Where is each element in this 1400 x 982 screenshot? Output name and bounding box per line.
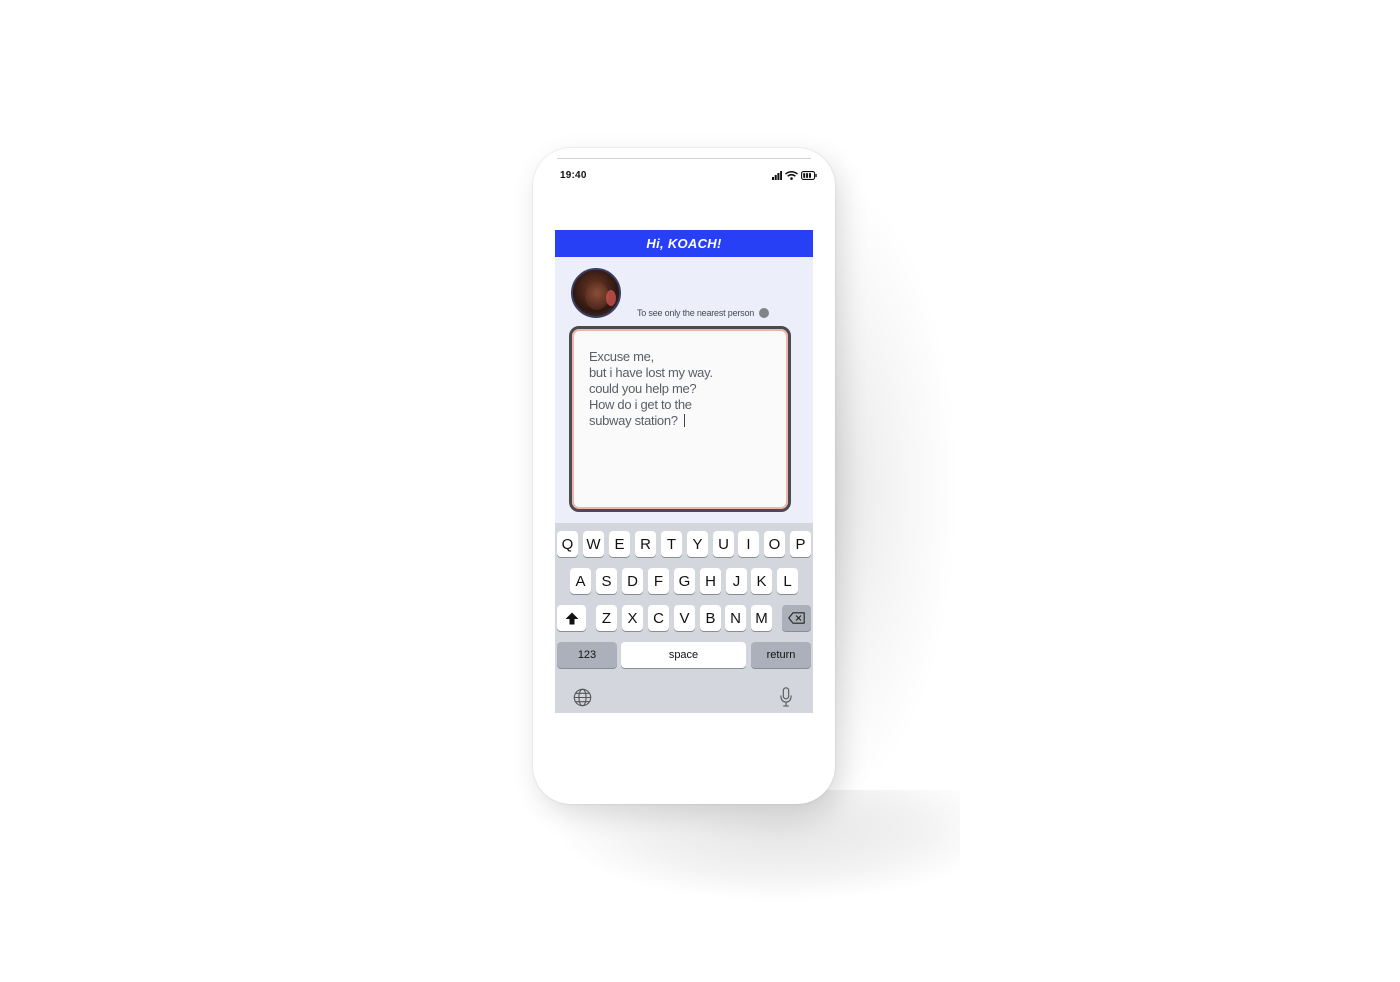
key-z[interactable]: Z <box>596 605 617 631</box>
avatar-detail <box>606 290 616 306</box>
key-b[interactable]: B <box>700 605 721 631</box>
key-c[interactable]: C <box>648 605 669 631</box>
phone-mockup: 19:40 Hi, KOACH! To see only the nearest… <box>533 148 835 804</box>
key-o[interactable]: O <box>764 531 785 557</box>
app-title: Hi, KOACH! <box>646 236 722 251</box>
shift-key[interactable] <box>557 605 586 631</box>
key-s[interactable]: S <box>596 568 617 594</box>
nearest-person-filter[interactable]: To see only the nearest person <box>637 308 770 318</box>
key-p[interactable]: P <box>790 531 811 557</box>
phone-side-shadow <box>820 170 960 810</box>
status-bar: 19:40 <box>560 168 817 182</box>
status-time: 19:40 <box>560 169 587 181</box>
space-key[interactable]: space <box>621 642 746 668</box>
key-n[interactable]: N <box>725 605 746 631</box>
avatar[interactable] <box>571 268 621 318</box>
app-screen: Hi, KOACH! To see only the nearest perso… <box>555 230 813 713</box>
return-key[interactable]: return <box>751 642 811 668</box>
numbers-key[interactable]: 123 <box>557 642 617 668</box>
phone-floor-shadow <box>560 790 960 900</box>
message-line: Excuse me, <box>589 349 654 364</box>
message-line: How do i get to the <box>589 397 692 412</box>
key-i[interactable]: I <box>738 531 759 557</box>
keyboard-row-2: A S D F G H J K L <box>555 568 813 594</box>
message-input[interactable]: Excuse me, but i have lost my way. could… <box>569 326 791 512</box>
numbers-key-label: 123 <box>577 649 597 661</box>
text-cursor <box>683 414 686 427</box>
shift-icon <box>565 612 578 624</box>
nearest-person-toggle[interactable] <box>759 308 770 318</box>
message-line: could you help me? <box>589 381 697 396</box>
key-e[interactable]: E <box>609 531 630 557</box>
key-r[interactable]: R <box>635 531 656 557</box>
backspace-icon <box>788 612 805 624</box>
phone-bezel-line <box>557 158 811 159</box>
key-j[interactable]: J <box>726 568 747 594</box>
key-h[interactable]: H <box>700 568 721 594</box>
key-f[interactable]: F <box>648 568 669 594</box>
message-line: but i have lost my way. <box>589 365 713 380</box>
key-q[interactable]: Q <box>557 531 578 557</box>
keyboard-row-4: 123 space return <box>555 642 813 668</box>
keyboard-row-3: Z X C V B N M <box>555 605 813 631</box>
nearest-person-label: To see only the nearest person <box>637 308 755 318</box>
key-u[interactable]: U <box>713 531 734 557</box>
key-k[interactable]: K <box>751 568 772 594</box>
space-key-label: space <box>668 649 699 661</box>
key-d[interactable]: D <box>622 568 643 594</box>
key-y[interactable]: Y <box>687 531 708 557</box>
backspace-key[interactable] <box>782 605 811 631</box>
key-x[interactable]: X <box>622 605 643 631</box>
key-l[interactable]: L <box>777 568 798 594</box>
key-g[interactable]: G <box>674 568 695 594</box>
globe-icon[interactable] <box>573 688 592 707</box>
microphone-icon[interactable] <box>780 687 792 707</box>
app-header: Hi, KOACH! <box>555 230 813 257</box>
key-m[interactable]: M <box>751 605 772 631</box>
message-line-text: subway station? <box>589 413 678 428</box>
message-line-last: subway station? <box>589 413 788 429</box>
status-icons <box>772 170 817 180</box>
return-key-label: return <box>766 649 796 661</box>
key-a[interactable]: A <box>570 568 591 594</box>
battery-icon <box>801 170 817 180</box>
keyboard-row-1: Q W E R T Y U I O P <box>555 531 813 557</box>
key-t[interactable]: T <box>661 531 682 557</box>
key-v[interactable]: V <box>674 605 695 631</box>
on-screen-keyboard: Q W E R T Y U I O P A S D F G H J K L Z … <box>555 523 813 713</box>
cellular-signal-icon <box>772 170 782 180</box>
wifi-icon <box>785 170 798 180</box>
key-w[interactable]: W <box>583 531 604 557</box>
